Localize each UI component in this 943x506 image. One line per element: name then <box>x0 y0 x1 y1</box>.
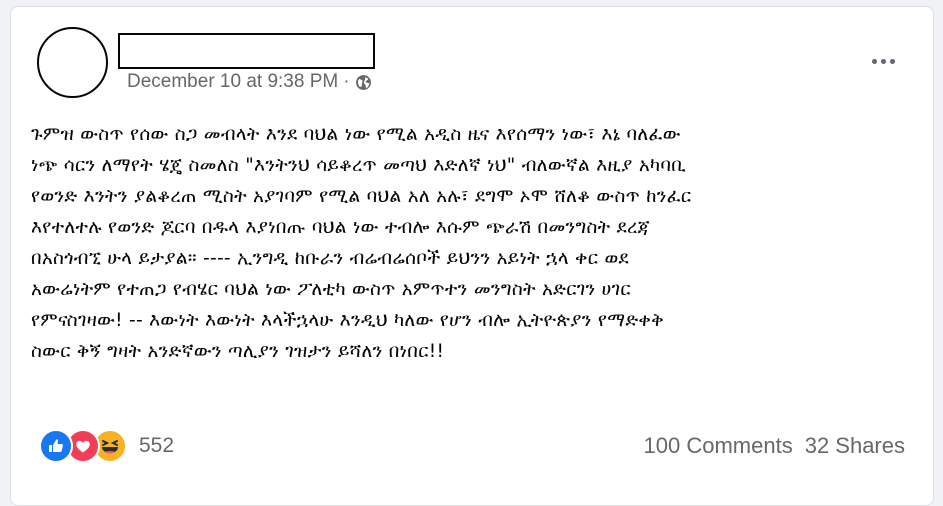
avatar[interactable] <box>37 27 108 98</box>
meta-separator: · <box>343 71 350 92</box>
reaction-count: 552 <box>139 434 175 457</box>
like-icon <box>39 429 73 463</box>
engagement-stats: 100 Comments 32 Shares <box>644 431 905 461</box>
globe-icon[interactable] <box>355 74 372 91</box>
post-meta: December 10 at 9:38 PM · <box>127 71 372 93</box>
more-options-button[interactable] <box>865 49 901 73</box>
author-name-redacted[interactable] <box>118 33 375 69</box>
post-card: December 10 at 9:38 PM · ጉምዝ ውስጥ የሰው ስጋ … <box>10 6 934 506</box>
more-horizontal-icon <box>871 58 877 64</box>
shares-count-link[interactable]: 32 Shares <box>805 433 905 459</box>
comments-count-link[interactable]: 100 Comments <box>644 433 793 459</box>
post-text: ጉምዝ ውስጥ የሰው ስጋ መብላት እንደ ባህል ነው የሚል አዲስ ዜ… <box>31 124 692 362</box>
reactions-summary[interactable]: 552 <box>39 427 174 465</box>
post-timestamp[interactable]: December 10 at 9:38 PM <box>127 71 338 93</box>
